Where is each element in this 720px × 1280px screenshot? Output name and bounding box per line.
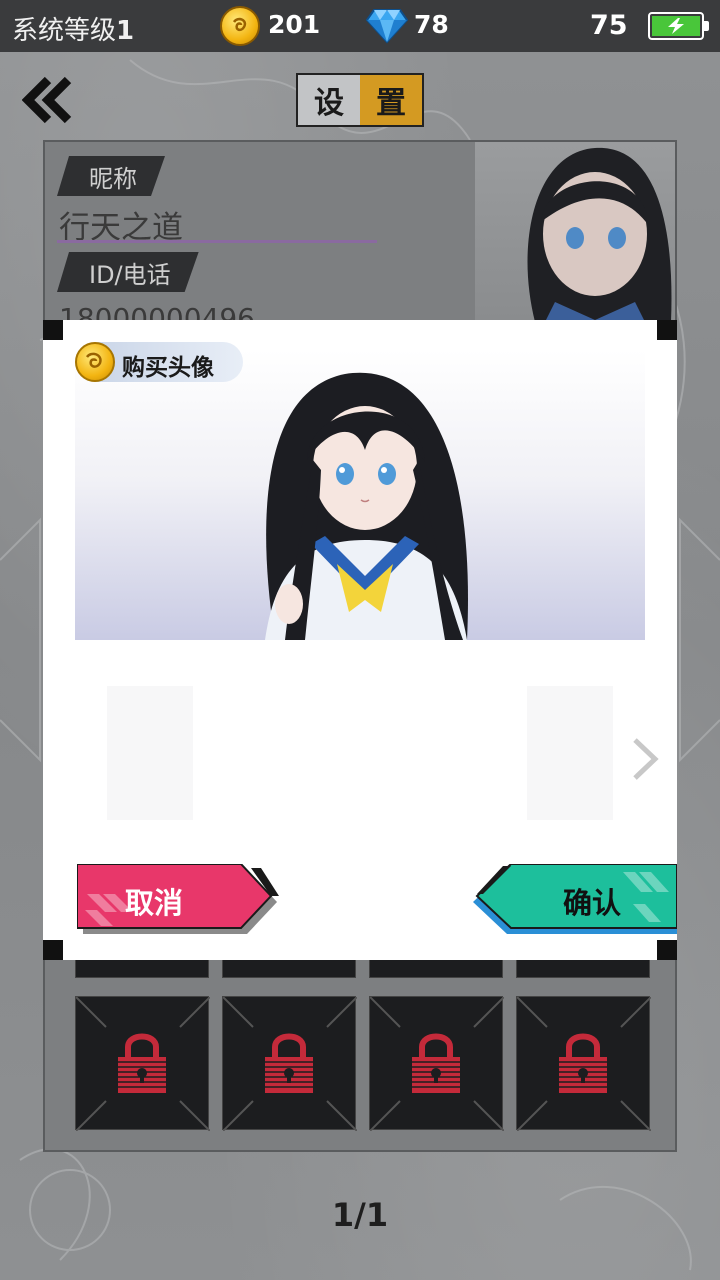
dialog-corner xyxy=(43,940,63,960)
id-phone-label-text: ID/电话 xyxy=(89,260,171,289)
cancel-button-label: 取消 xyxy=(125,886,184,920)
profile-portrait xyxy=(475,142,675,322)
system-level-value: 1 xyxy=(116,16,135,46)
top-status-bar: 系统等级1 201 78 75 xyxy=(0,0,720,52)
id-phone-value: 18000000496 xyxy=(59,302,255,322)
dialog-corner xyxy=(657,940,677,960)
padlock-icon xyxy=(559,1033,607,1093)
nickname-label-text: 昵称 xyxy=(89,164,137,193)
coin-icon xyxy=(220,6,260,46)
padlock-icon xyxy=(412,1033,460,1093)
id-phone-label: ID/电话 xyxy=(57,252,199,292)
dialog-corner xyxy=(657,320,677,340)
locked-avatar-slot[interactable] xyxy=(516,996,651,1131)
page-title-part1: 设 xyxy=(298,75,360,125)
system-level: 系统等级1 xyxy=(12,10,134,47)
page-title-part2: 置 xyxy=(360,75,422,125)
chevron-right-icon xyxy=(633,738,659,780)
nickname-underline xyxy=(57,240,377,243)
system-level-label: 系统等级 xyxy=(12,16,117,46)
avatar-option-placeholder xyxy=(107,686,193,820)
locked-avatar-slot[interactable] xyxy=(75,996,210,1131)
confirm-button[interactable]: 确认 xyxy=(473,864,677,934)
battery-percent: 75 xyxy=(590,10,628,41)
padlock-icon xyxy=(265,1033,313,1093)
back-button[interactable] xyxy=(21,76,74,124)
avatar-option-placeholder xyxy=(527,686,613,820)
nickname-label: 昵称 xyxy=(57,156,165,196)
double-chevron-left-icon xyxy=(21,76,72,124)
coin-icon xyxy=(75,342,115,382)
purchase-avatar-title: 购买头像 xyxy=(75,342,243,382)
page-indicator: 1/1 xyxy=(331,1196,389,1234)
locked-avatar-slot[interactable] xyxy=(222,996,357,1131)
purchase-avatar-dialog: 购买头像 取消 确认 xyxy=(43,320,677,960)
coin-count: 201 xyxy=(268,10,321,39)
battery-charging-icon xyxy=(648,12,709,40)
padlock-icon xyxy=(118,1033,166,1093)
dialog-corner xyxy=(43,320,63,340)
confirm-button-label: 确认 xyxy=(563,886,622,920)
gem-count: 78 xyxy=(414,10,449,39)
page-title: 设 置 xyxy=(296,73,424,127)
purchase-avatar-title-text: 购买头像 xyxy=(122,355,214,381)
next-avatar-button[interactable] xyxy=(629,736,661,786)
diamond-icon xyxy=(365,8,409,48)
locked-avatar-slot[interactable] xyxy=(369,996,504,1131)
avatar-preview-image xyxy=(75,350,645,640)
cancel-button[interactable]: 取消 xyxy=(77,864,279,934)
